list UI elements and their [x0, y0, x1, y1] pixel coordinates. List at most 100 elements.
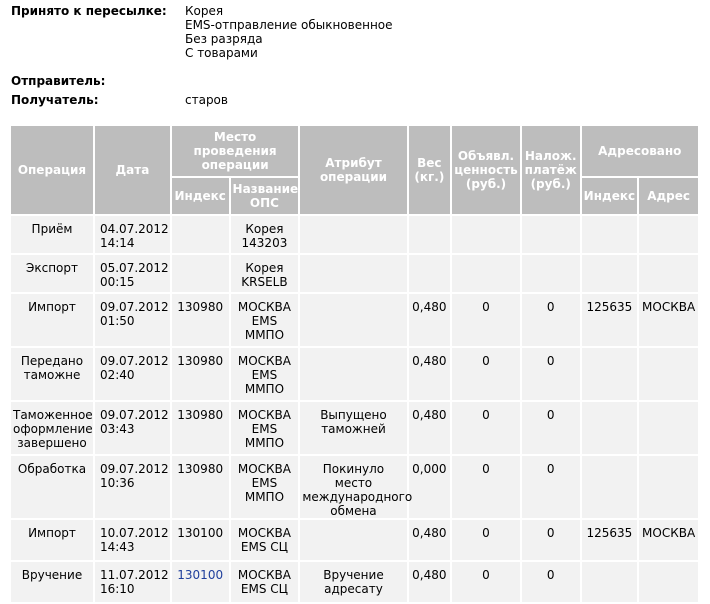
cell-addr-address — [639, 255, 698, 292]
cell-addr-index: 125635 — [581, 294, 638, 346]
cell-place-name: МОСКВА EMS СЦ — [230, 562, 299, 602]
cell-date: 11.07.2012 16:10 — [94, 562, 170, 602]
cell-place-name: МОСКВА EMS ММПО — [230, 402, 299, 454]
cell-addr-index — [581, 456, 638, 518]
cell-addr-index — [581, 562, 638, 602]
recipient-row: Получатель: старов — [11, 93, 228, 107]
cell-addr-address — [639, 402, 698, 454]
cell-operation: Приём — [11, 216, 93, 253]
cell-cod: 0 — [521, 348, 580, 400]
cell-operation: Таможенное оформление завершено — [11, 402, 93, 454]
cell-declared-value: 0 — [452, 520, 520, 560]
header-place: Место проведения операции — [171, 126, 299, 176]
sender-row: Отправитель: — [11, 74, 185, 88]
cell-declared-value: 0 — [452, 562, 520, 602]
cell-attribute: Покинуло место международного обмена — [300, 456, 412, 518]
cell-place-name: МОСКВА EMS ММПО — [230, 348, 299, 400]
cell-date: 09.07.2012 03:43 — [94, 402, 170, 454]
cell-place-name: МОСКВА EMS ММПО — [230, 456, 299, 518]
table-row: Импорт 09.07.2012 01:50 130980 МОСКВА EMS М… — [11, 294, 698, 346]
cell-declared-value: 0 — [452, 348, 520, 400]
cell-attribute — [300, 520, 407, 560]
shipment-info: Принято к пересылке: Корея EMS-отправлен… — [11, 4, 701, 107]
cell-weight: 0,480 — [408, 402, 451, 454]
cell-declared-value: 0 — [452, 402, 520, 454]
place-index-link[interactable]: 130100 — [177, 568, 223, 582]
recipient-value: старов — [185, 93, 228, 107]
cell-operation: Экспорт — [11, 255, 93, 292]
cell-declared-value — [452, 216, 520, 253]
cell-addr-address — [639, 562, 698, 602]
cell-declared-value: 0 — [452, 294, 520, 346]
cell-place-index — [171, 255, 229, 292]
table-row: Вручение 11.07.2012 16:10 130100 МОСКВА EMS… — [11, 562, 698, 602]
cell-cod: 0 — [521, 402, 580, 454]
header-place-name: Название ОПС — [230, 178, 299, 214]
cell-cod: 0 — [521, 562, 580, 602]
cell-date: 04.07.2012 14:14 — [94, 216, 170, 253]
cell-place-index — [171, 216, 229, 253]
tracking-table: Операция Дата Место проведения операции … — [9, 124, 700, 604]
header-place-index: Индекс — [171, 178, 229, 214]
cell-operation: Импорт — [11, 520, 93, 560]
cell-addr-index — [581, 255, 638, 292]
cell-attribute — [300, 294, 407, 346]
table-row: Таможенное оформление завершено 09.07.201… — [11, 402, 698, 454]
header-addressed: Адресовано — [581, 126, 698, 176]
header-weight: Вес (кг.) — [408, 126, 451, 214]
header-addr-index: Индекс — [581, 178, 638, 214]
cell-attribute: Выпущено таможней — [300, 402, 407, 454]
accepted-goods: С товарами — [185, 46, 258, 60]
table-row: Экспорт 05.07.2012 00:15 Корея KRSELB — [11, 255, 698, 292]
cell-place-name: МОСКВА EMS ММПО — [230, 294, 299, 346]
cell-place-name: Корея 143203 — [230, 216, 299, 253]
cell-cod — [521, 255, 580, 292]
cell-addr-index — [581, 348, 638, 400]
cell-addr-address — [639, 456, 698, 518]
accepted-label: Принято к пересылке: — [11, 4, 167, 18]
cell-place-name: Корея KRSELB — [230, 255, 299, 292]
header-operation: Операция — [11, 126, 93, 214]
cell-date: 09.07.2012 02:40 — [94, 348, 170, 400]
cell-addr-address: МОСКВА — [639, 520, 698, 560]
cell-place-index: 130980 — [171, 402, 229, 454]
cell-cod: 0 — [521, 456, 580, 518]
table-row: Обработка 09.07.2012 10:36 130980 МОСКВА EM… — [11, 456, 698, 518]
recipient-label: Получатель: — [11, 93, 99, 107]
cell-addr-address: МОСКВА — [639, 294, 698, 346]
cell-cod — [521, 216, 580, 253]
cell-place-index[interactable]: 130100 — [171, 562, 229, 602]
cell-addr-index — [581, 216, 638, 253]
cell-weight: 0,000 — [408, 456, 451, 518]
cell-date: 05.07.2012 00:15 — [94, 255, 170, 292]
cell-weight: 0,480 — [408, 562, 451, 602]
cell-addr-address — [639, 348, 698, 400]
cell-addr-index — [581, 402, 638, 454]
cell-weight: 0,480 — [408, 294, 451, 346]
cell-weight: 0,480 — [408, 520, 451, 560]
cell-weight: 0,480 — [408, 348, 451, 400]
sender-label: Отправитель: — [11, 74, 106, 88]
cell-declared-value: 0 — [452, 456, 520, 518]
cell-addr-address — [639, 216, 698, 253]
table-row: Приём 04.07.2012 14:14 Корея 143203 — [11, 216, 698, 253]
cell-place-index: 130980 — [171, 456, 229, 518]
cell-operation: Передано таможне — [11, 348, 93, 400]
cell-date: 09.07.2012 01:50 — [94, 294, 170, 346]
accepted-row: Принято к пересылке: Корея EMS-отправлен… — [11, 4, 701, 60]
cell-operation: Обработка — [11, 456, 93, 518]
cell-operation: Вручение — [11, 562, 93, 602]
cell-weight — [408, 216, 451, 253]
accepted-details: Корея EMS-отправление обыкновенное Без р… — [185, 4, 701, 60]
table-row: Передано таможне 09.07.2012 02:40 130980 МО… — [11, 348, 698, 400]
cell-attribute — [300, 348, 407, 400]
cell-place-index: 130100 — [171, 520, 229, 560]
table-row: Импорт 10.07.2012 14:43 130100 МОСКВА EMS С… — [11, 520, 698, 560]
accepted-type: EMS-отправление обыкновенное — [185, 18, 393, 32]
cell-operation: Импорт — [11, 294, 93, 346]
cell-date: 10.07.2012 14:43 — [94, 520, 170, 560]
header-addr-address: Адрес — [639, 178, 698, 214]
cell-place-index: 130980 — [171, 348, 229, 400]
header-declared-value: Объявл. ценность (руб.) — [452, 126, 520, 214]
header-date: Дата — [94, 126, 170, 214]
